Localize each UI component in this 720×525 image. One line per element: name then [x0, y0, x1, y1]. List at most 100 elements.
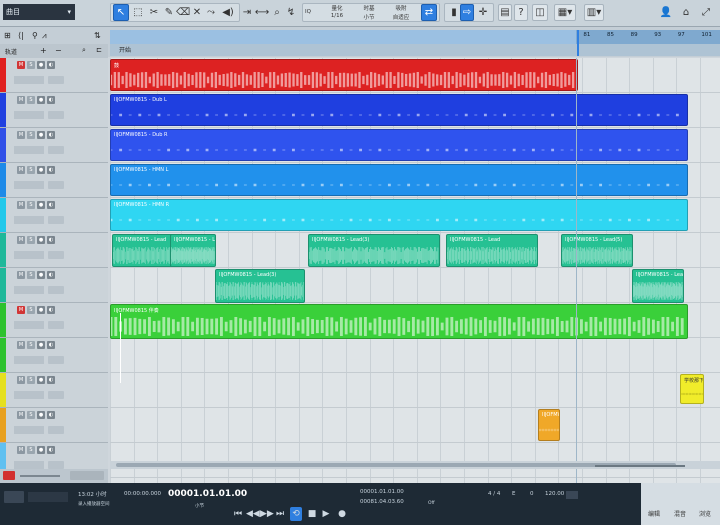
record-arm-button[interactable]: ●	[37, 131, 45, 139]
mute-button[interactable]: M	[17, 131, 25, 139]
record-arm-button[interactable]: ●	[37, 236, 45, 244]
loop-button[interactable]: ⟲	[290, 507, 302, 521]
audio-clip[interactable]: IIJOFMW0815 - HMN L	[110, 164, 688, 196]
browse-view-button[interactable]: 浏览	[699, 509, 711, 518]
track-output-select[interactable]	[48, 251, 64, 259]
track-input-select[interactable]	[14, 146, 44, 154]
monitor-button[interactable]: ◐	[47, 166, 55, 174]
timebase-value[interactable]: 小节	[357, 13, 381, 21]
track-input-select[interactable]	[14, 286, 44, 294]
zoom-slider[interactable]	[595, 465, 685, 467]
pencil-tool-button[interactable]: ✎	[162, 4, 176, 21]
mute-button[interactable]: M	[17, 411, 25, 419]
audio-clip[interactable]: IIJOFMW0815 - Dub R	[110, 129, 688, 161]
header-zoom-slider[interactable]	[20, 475, 60, 477]
split-tool-button[interactable]: ✂	[146, 4, 162, 21]
edit-view-button[interactable]: 编辑	[648, 509, 660, 518]
track-output-select[interactable]	[48, 461, 64, 469]
position-display[interactable]: 00001.01.01.00	[168, 489, 247, 499]
mute-button[interactable]: M	[17, 166, 25, 174]
track-header[interactable]: M S ● ◐	[0, 93, 108, 128]
transpose-display[interactable]: 0	[530, 491, 534, 497]
song-title-menu[interactable]: 曲目 ▾	[3, 4, 75, 20]
track-output-select[interactable]	[48, 321, 64, 329]
track-input-select[interactable]	[14, 216, 44, 224]
loop-end[interactable]: 00081.04.03.60	[360, 499, 404, 505]
automation-icon[interactable]: ⩘	[42, 31, 47, 41]
home-button[interactable]: ⌂	[678, 4, 694, 21]
record-arm-button[interactable]: ●	[37, 411, 45, 419]
track-input-select[interactable]	[14, 426, 44, 434]
skip-end-button[interactable]: ⏭	[274, 507, 286, 521]
audio-clip[interactable]: IIJOFMW	[538, 409, 560, 441]
snap-value[interactable]: 自适应	[388, 13, 414, 21]
layout-button[interactable]: ▥▾	[584, 4, 604, 21]
fullscreen-button[interactable]: ⤢	[698, 4, 714, 21]
timecode[interactable]: 00:00:00.000	[124, 491, 161, 497]
zoom-fit-button[interactable]: ⟷	[255, 4, 269, 21]
quantize-value[interactable]: 1/16	[325, 13, 349, 19]
follow-button[interactable]: ⇥	[240, 4, 254, 21]
audio-clip[interactable]: IIJOFMW0815 - Lead	[632, 269, 684, 303]
audio-clip[interactable]: IIJOFMW0815 - Lead	[446, 234, 538, 267]
solo-button[interactable]: S	[27, 411, 35, 419]
solo-button[interactable]: S	[27, 376, 35, 384]
metronome-state[interactable]: Off	[428, 501, 435, 506]
mix-view-button[interactable]: 混音	[674, 509, 686, 518]
track-input-select[interactable]	[14, 181, 44, 189]
monitor-button[interactable]: ◐	[47, 96, 55, 104]
zoom-button[interactable]: ⌕	[270, 4, 284, 21]
track-input-select[interactable]	[14, 76, 44, 84]
record-arm-button[interactable]: ●	[37, 61, 45, 69]
record-arm-button[interactable]: ●	[37, 306, 45, 314]
record-arm-button[interactable]: ●	[37, 166, 45, 174]
mute-button[interactable]: M	[17, 236, 25, 244]
track-header[interactable]: M S ● ◐	[0, 58, 108, 93]
footer-button[interactable]	[70, 471, 104, 480]
time-signature[interactable]: 4 / 4	[488, 491, 500, 497]
search-icon[interactable]: ⌕	[82, 46, 86, 55]
track-output-select[interactable]	[48, 216, 64, 224]
loop-end-handle[interactable]	[577, 30, 579, 56]
mute-button[interactable]: M	[17, 376, 25, 384]
range-tool-button[interactable]: ⬚	[130, 4, 146, 21]
playhead[interactable]	[120, 313, 121, 383]
track-input-select[interactable]	[14, 391, 44, 399]
start-marker[interactable]: 开始	[119, 45, 131, 54]
crosshair-button[interactable]: ✛	[476, 4, 490, 21]
monitor-button[interactable]: ◐	[47, 306, 55, 314]
plus-icon[interactable]: +	[40, 46, 47, 55]
tempo-display[interactable]: 120.00	[545, 491, 564, 497]
loop-range[interactable]	[110, 30, 576, 44]
monitor-button[interactable]: ◐	[47, 131, 55, 139]
record-arm-button[interactable]: ●	[37, 201, 45, 209]
marker-lane[interactable]	[110, 44, 720, 56]
solo-button[interactable]: S	[27, 201, 35, 209]
track-header[interactable]: M S ● ◐	[0, 268, 108, 303]
key-display[interactable]: E	[512, 491, 515, 497]
rewind-button[interactable]: ◀◀	[246, 507, 260, 521]
mute-button[interactable]: M	[17, 446, 25, 454]
solo-button[interactable]: S	[27, 271, 35, 279]
track-header[interactable]: M S ● ◐	[0, 373, 108, 408]
record-arm-button[interactable]: ●	[37, 376, 45, 384]
track-header[interactable]: M S ● ◐	[0, 408, 108, 443]
monitor-button[interactable]: ◐	[47, 446, 55, 454]
help-button[interactable]: ?	[514, 4, 528, 21]
collapse-icon[interactable]: ⟨|	[18, 31, 24, 40]
audio-clip[interactable]: IIJOFMW0815 - Lea	[170, 234, 216, 267]
solo-button[interactable]: S	[27, 131, 35, 139]
stop-button[interactable]: ■	[306, 507, 318, 521]
audio-clip[interactable]: IIJOFMW0815 伴奏	[110, 304, 688, 339]
rewind-to-start-button[interactable]: ⏮	[232, 507, 244, 521]
arrangement-view[interactable]: 鼓 IIJOFMW0815 - Dub L IIJOFMW0815 - Dub R I…	[110, 58, 720, 483]
track-output-select[interactable]	[48, 286, 64, 294]
track-header[interactable]: M S ● ◐	[0, 128, 108, 163]
audio-clip[interactable]: IIJOFMW0815 - Lead(3)	[215, 269, 305, 303]
monitor-button[interactable]: ◐	[47, 271, 55, 279]
monitor-button[interactable]: ◐	[47, 376, 55, 384]
loop-start[interactable]: 00001.01.01.00	[360, 489, 404, 495]
track-header[interactable]: M S ● ◐	[0, 303, 108, 338]
user-button[interactable]: 👤	[658, 4, 674, 21]
audio-clip[interactable]: IIJOFMW0815 - HMN R	[110, 199, 688, 231]
